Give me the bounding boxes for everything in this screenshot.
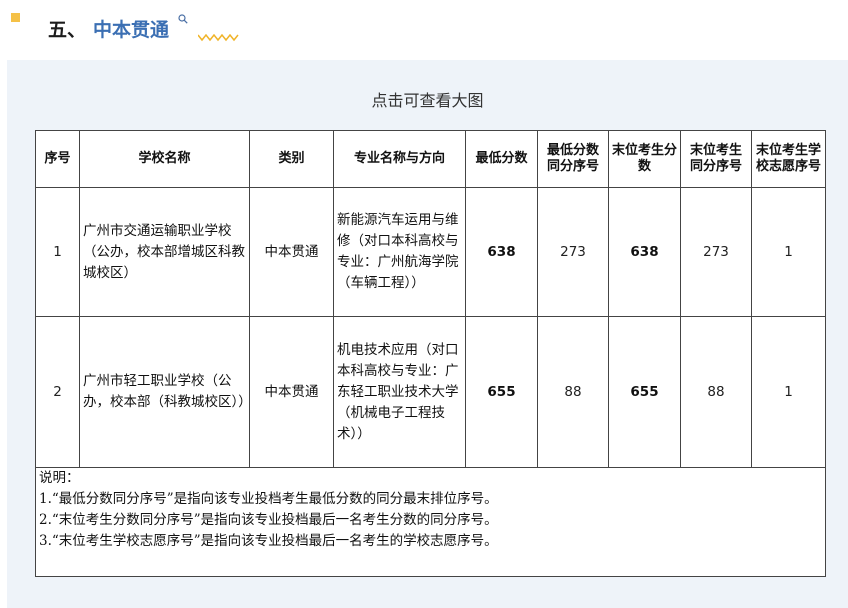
cell-seq: 1 [35, 187, 80, 317]
wavy-underline-icon [198, 34, 239, 42]
header-school: 学校名称 [79, 130, 250, 188]
cell-min-score-rank: 88 [537, 316, 609, 468]
header-seq: 序号 [35, 130, 80, 188]
header-min-score-rank: 最低分数同分序号 [537, 130, 609, 188]
search-icon[interactable] [178, 14, 188, 24]
notes-cell: 说明： 1.“最低分数同分序号”是指向该专业投档考生最低分数的同分最末排位序号。… [35, 467, 826, 577]
heading-marker [11, 13, 20, 22]
notes-row: 说明： 1.“最低分数同分序号”是指向该专业投档考生最低分数的同分最末排位序号。… [35, 467, 826, 577]
cell-last-score: 638 [608, 187, 681, 317]
header-last-wish: 末位考生学校志愿序号 [751, 130, 826, 188]
section-number: 五、 [48, 19, 87, 41]
cell-min-score: 655 [465, 316, 538, 468]
cell-category: 中本贯通 [249, 187, 334, 317]
cell-major: 新能源汽车运用与维修（对口本科高校与专业：广州航海学院（车辆工程）） [333, 187, 466, 317]
view-large-caption[interactable]: 点击可查看大图 [7, 90, 848, 112]
notes-title: 说明： [39, 470, 80, 486]
table-row: 1 广州市交通运输职业学校（公办，校本部增城区科教城校区） 中本贯通 新能源汽车… [35, 187, 826, 317]
cell-last-wish: 1 [751, 316, 826, 468]
section-heading: 五、 中本贯通 [0, 0, 848, 58]
cell-major: 机电技术应用（对口本科高校与专业：广东轻工职业技术大学（机械电子工程技术）） [333, 316, 466, 468]
note-line: 2.“末位考生分数同分序号”是指向该专业投档最后一名考生分数的同分序号。 [39, 512, 498, 528]
section-title: 中本贯通 [93, 19, 170, 41]
header-major: 专业名称与方向 [333, 130, 466, 188]
cell-min-score-rank: 273 [537, 187, 609, 317]
cell-last-score-rank: 88 [680, 316, 752, 468]
header-last-score: 末位考生分数 [608, 130, 681, 188]
cell-last-wish: 1 [751, 187, 826, 317]
header-category: 类别 [249, 130, 334, 188]
cell-last-score: 655 [608, 316, 681, 468]
note-line: 1.“最低分数同分序号”是指向该专业投档考生最低分数的同分最末排位序号。 [39, 491, 498, 507]
cell-seq: 2 [35, 316, 80, 468]
admission-table: 序号 学校名称 类别 专业名称与方向 最低分数 最低分数同分序号 末位考生分数 … [35, 130, 826, 577]
header-last-score-rank: 末位考生同分序号 [680, 130, 752, 188]
cell-category: 中本贯通 [249, 316, 334, 468]
table-row: 2 广州市轻工职业学校（公办，校本部（科教城校区）） 中本贯通 机电技术应用（对… [35, 316, 826, 468]
note-line: 3.“末位考生学校志愿序号”是指向该专业投档最后一名考生的学校志愿序号。 [39, 533, 498, 549]
cell-min-score: 638 [465, 187, 538, 317]
image-panel[interactable]: 点击可查看大图 序号 学校名称 类别 专业名称与方向 最低分数 最低分数同分序号… [7, 60, 848, 608]
header-min-score: 最低分数 [465, 130, 538, 188]
cell-last-score-rank: 273 [680, 187, 752, 317]
cell-school: 广州市轻工职业学校（公办，校本部（科教城校区）） [79, 316, 252, 468]
cell-school: 广州市交通运输职业学校（公办，校本部增城区科教城校区） [79, 187, 250, 317]
table-header-row: 序号 学校名称 类别 专业名称与方向 最低分数 最低分数同分序号 末位考生分数 … [35, 130, 826, 188]
